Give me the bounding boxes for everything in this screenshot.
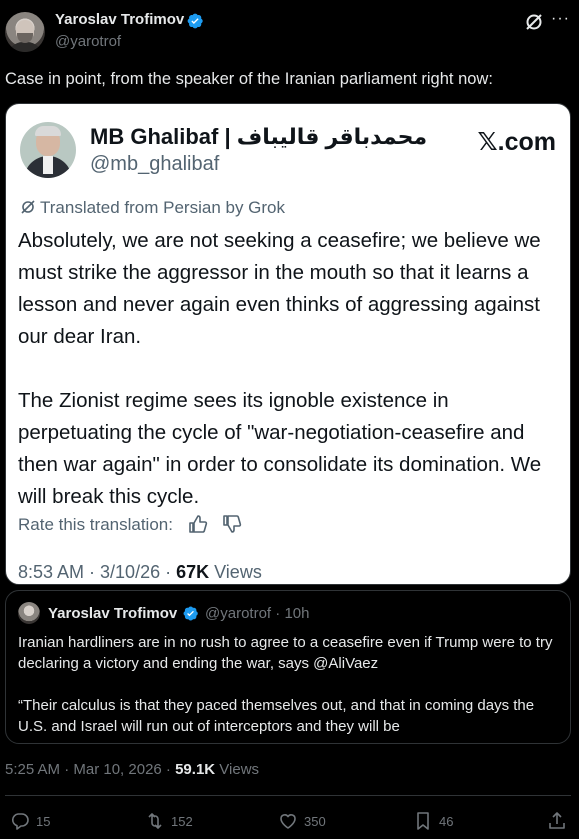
like-button[interactable]: 350 <box>278 810 326 832</box>
embedded-meta: 8:53 AM · 3/10/26 · 67K Views <box>18 562 262 583</box>
thumbs-down-icon <box>223 515 242 533</box>
author-name[interactable]: Yaroslav Trofimov <box>55 11 184 28</box>
repost-count: 152 <box>171 813 193 829</box>
reply-count: 15 <box>36 813 51 829</box>
tweet-views-count: 59.1K <box>175 761 216 778</box>
verified-badge-icon <box>187 13 203 29</box>
quote-author-handle: @yarotrof · 10h <box>205 605 310 622</box>
heart-icon <box>280 814 296 829</box>
quote-author-name: Yaroslav Trofimov <box>48 605 178 622</box>
quote-paragraph-1: Iranian hardliners are in no rush to agr… <box>18 634 553 672</box>
bookmark-button[interactable]: 46 <box>413 810 453 832</box>
bookmark-icon <box>417 812 429 830</box>
embedded-paragraph-2: The Zionist regime sees its ignoble exis… <box>18 389 542 508</box>
repost-icon <box>148 813 162 829</box>
rate-label: Rate this translation: <box>18 515 173 534</box>
tweet-header: Yaroslav Trofimov @yarotrof ··· <box>0 0 579 62</box>
quote-paragraph-2: “Their calculus is that they paced thems… <box>18 697 535 735</box>
quote-verified-badge-icon <box>183 606 198 621</box>
author-handle[interactable]: @yarotrof <box>55 33 121 50</box>
tweet-text: Case in point, from the speaker of the I… <box>5 70 493 88</box>
more-options-icon[interactable]: ··· <box>551 10 571 30</box>
author-avatar[interactable] <box>5 12 45 52</box>
reply-button[interactable]: 15 <box>10 810 50 832</box>
embedded-tweet-body: Absolutely, we are not seeking a ceasefi… <box>18 225 566 545</box>
share-button[interactable] <box>547 810 573 832</box>
translated-text: Translated from Persian by Grok <box>40 198 286 217</box>
embedded-author-avatar <box>20 122 76 178</box>
bookmark-count: 46 <box>439 813 454 829</box>
embedded-paragraph-1: Absolutely, we are not seeking a ceasefi… <box>18 229 541 348</box>
grok-small-icon <box>21 200 35 214</box>
action-bar: 15 152 350 46 <box>0 806 579 836</box>
embedded-views-label: Views <box>209 562 262 582</box>
divider <box>5 795 571 796</box>
quote-text: Iranian hardliners are in no rush to agr… <box>18 632 558 737</box>
thumbs-up-icon <box>188 515 207 533</box>
embedded-author-handle: @mb_ghalibaf <box>90 153 220 175</box>
tweet-views-label: Views <box>215 761 260 778</box>
quote-author-avatar <box>18 602 40 624</box>
translated-label: Translated from Persian by Grok <box>20 198 285 218</box>
share-icon <box>549 812 565 829</box>
quoted-tweet[interactable]: Yaroslav Trofimov @yarotrof · 10h Irania… <box>5 590 571 744</box>
reply-icon <box>11 813 29 830</box>
embedded-views-count: 67K <box>176 562 210 582</box>
repost-button[interactable]: 152 <box>145 810 193 832</box>
grok-icon[interactable] <box>524 12 544 32</box>
x-logo: 𝕏.com <box>477 128 557 156</box>
embedded-screenshot-image[interactable]: MB Ghalibaf | محمدباقر قالیباف @mb_ghali… <box>5 103 571 585</box>
tweet-meta: 5:25 AM · Mar 10, 2026 · 59.1K Views <box>5 761 259 778</box>
tweet-time-date[interactable]: 5:25 AM · Mar 10, 2026 · <box>5 761 175 778</box>
like-count: 350 <box>304 813 326 829</box>
rate-translation: Rate this translation: <box>18 514 242 535</box>
embedded-author-name: MB Ghalibaf | محمدباقر قالیباف <box>90 124 428 149</box>
embedded-time-date: 8:53 AM · 3/10/26 · <box>18 562 177 582</box>
